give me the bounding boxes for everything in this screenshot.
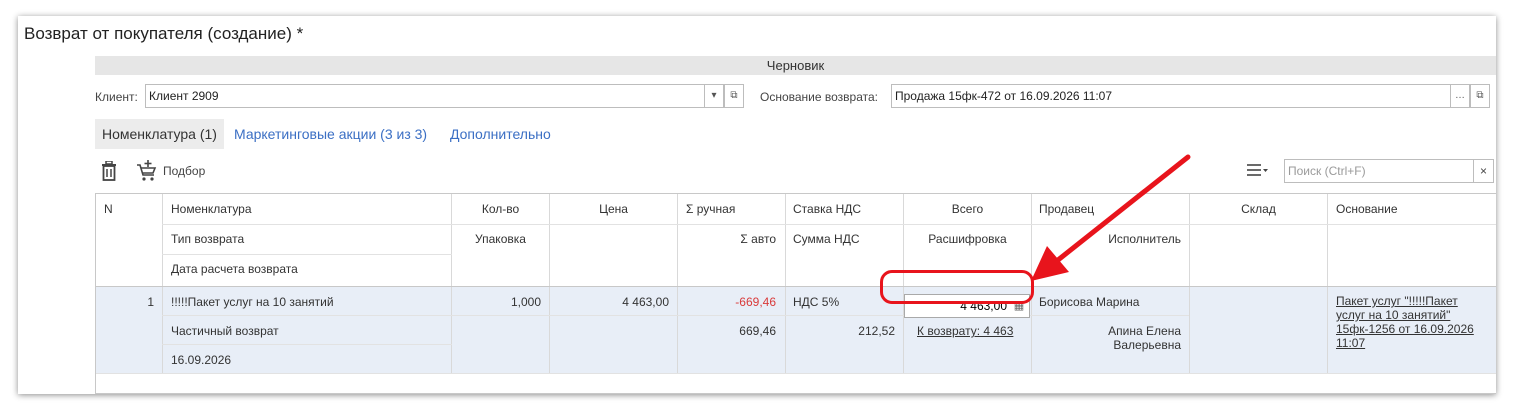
annotation-arrow	[1031, 154, 1191, 281]
